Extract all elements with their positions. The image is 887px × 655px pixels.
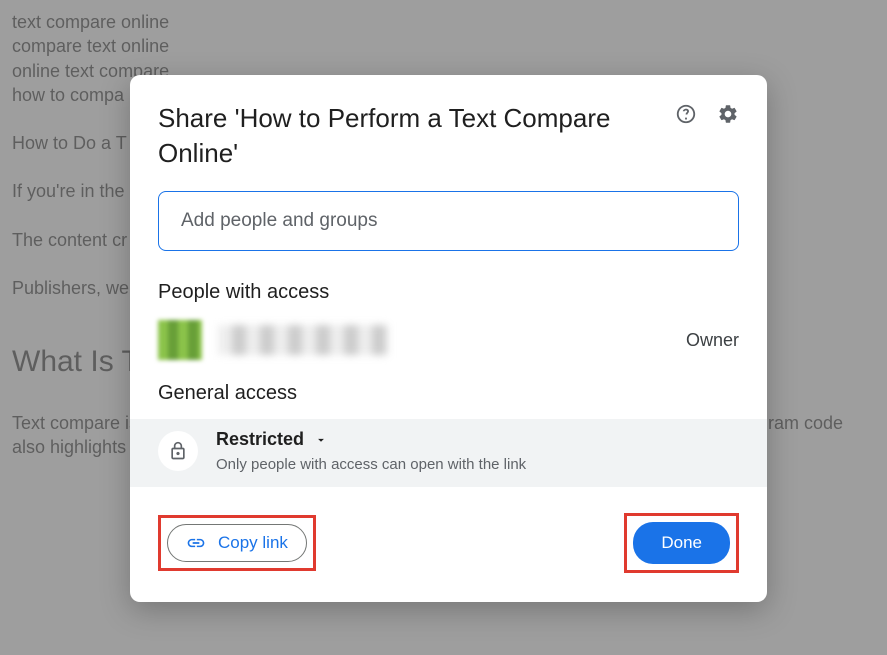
chevron-down-icon (314, 433, 328, 447)
copy-link-highlight: Copy link (158, 515, 316, 571)
gear-icon[interactable] (717, 103, 739, 130)
link-icon (186, 533, 206, 553)
person-row: Owner (158, 320, 739, 360)
general-access-heading: General access (158, 382, 739, 405)
share-dialog: Share 'How to Perform a Text Compare Onl… (130, 75, 767, 602)
general-access-row: Restricted Only people with access can o… (130, 419, 767, 487)
people-with-access-heading: People with access (158, 281, 739, 304)
done-highlight: Done (624, 513, 739, 573)
help-icon[interactable] (675, 103, 697, 130)
person-name-redacted (218, 325, 388, 355)
access-level-label: Restricted (216, 429, 304, 450)
add-people-input[interactable] (158, 191, 739, 251)
done-button[interactable]: Done (633, 522, 730, 564)
copy-link-label: Copy link (218, 533, 288, 553)
avatar (158, 320, 202, 360)
lock-icon (158, 431, 198, 471)
copy-link-button[interactable]: Copy link (167, 524, 307, 562)
access-description: Only people with access can open with th… (216, 456, 739, 473)
dialog-title: Share 'How to Perform a Text Compare Onl… (158, 101, 638, 171)
access-level-dropdown[interactable]: Restricted (216, 429, 739, 450)
person-role: Owner (686, 330, 739, 351)
